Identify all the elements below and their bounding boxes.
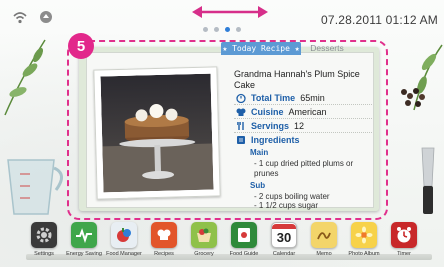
wifi-icon xyxy=(12,9,28,25)
memo-icon[interactable] xyxy=(311,222,337,248)
dock-app-food-manager[interactable]: Food Manager xyxy=(106,222,142,257)
knife-decoration xyxy=(421,147,435,214)
page-dot[interactable] xyxy=(214,27,219,32)
page-indicator[interactable] xyxy=(203,27,241,32)
dock-app-settings[interactable]: Settings xyxy=(26,222,62,257)
app-label: Food Manager xyxy=(106,251,142,257)
recipes-icon[interactable] xyxy=(151,222,177,248)
dock-app-grocery[interactable]: Grocery xyxy=(186,222,222,257)
dock-app-calendar[interactable]: 30 Calendar xyxy=(266,222,302,257)
app-label: Grocery xyxy=(194,251,214,257)
peppercorns-decoration xyxy=(401,88,425,107)
calendar-icon[interactable]: 30 xyxy=(271,222,297,248)
app-label: Recipes xyxy=(154,251,174,257)
energy-saving-icon[interactable] xyxy=(71,222,97,248)
swipe-arrows-icon[interactable] xyxy=(190,4,270,20)
dock-app-food-guide[interactable]: Food Guide xyxy=(226,222,262,257)
food-guide-icon[interactable] xyxy=(231,222,257,248)
status-icons xyxy=(12,9,54,25)
calendar-day: 30 xyxy=(276,229,292,245)
dock-app-photo-album[interactable]: Photo Album xyxy=(346,222,382,257)
food-manager-icon[interactable] xyxy=(111,222,137,248)
timer-icon[interactable] xyxy=(391,222,417,248)
measuring-cup-decoration xyxy=(7,159,63,215)
settings-icon[interactable] xyxy=(31,222,57,248)
dock-app-recipes[interactable]: Recipes xyxy=(146,222,182,257)
app-label: Calendar xyxy=(272,251,296,257)
grocery-icon[interactable] xyxy=(191,222,217,248)
dock-app-memo[interactable]: Memo xyxy=(306,222,342,257)
photo-album-icon[interactable] xyxy=(351,222,377,248)
app-label: Energy Saving xyxy=(66,251,102,257)
dock-app-energy-saving[interactable]: Energy Saving xyxy=(66,222,102,257)
app-label: Timer xyxy=(397,251,411,257)
callout-badge: 5 xyxy=(68,33,94,59)
app-label: Food Guide xyxy=(229,251,259,257)
dock-app-timer[interactable]: Timer xyxy=(386,222,422,257)
widget-highlight-frame xyxy=(67,40,388,220)
app-label: Memo xyxy=(316,251,332,257)
clock: 07.28.2011 01:12 AM xyxy=(320,13,438,27)
herb-decoration xyxy=(4,39,46,116)
page-dot-active[interactable] xyxy=(225,27,230,32)
connection-icon xyxy=(38,9,54,25)
page-dot[interactable] xyxy=(236,27,241,32)
app-label: Settings xyxy=(34,251,54,257)
page-dot[interactable] xyxy=(203,27,208,32)
app-label: Photo Album xyxy=(348,251,380,257)
